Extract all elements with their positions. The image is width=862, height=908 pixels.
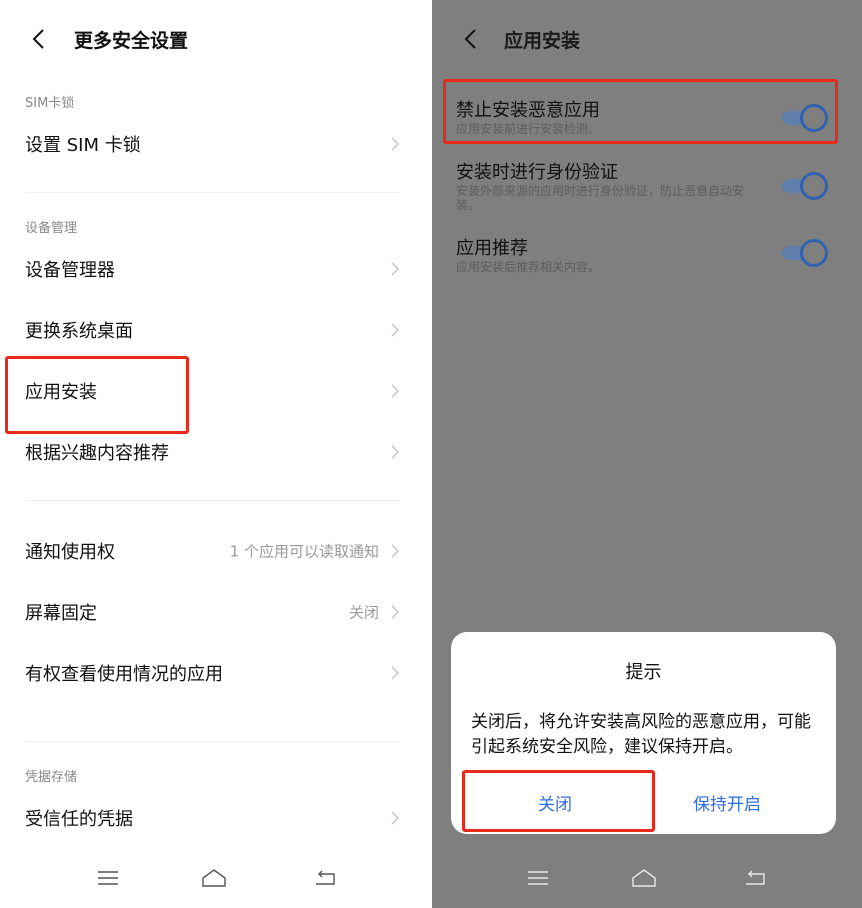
- row-value: 关闭: [348, 603, 379, 622]
- more-security-settings-screen: 更多安全设置 SIM卡锁 设置 SIM 卡锁 设备管理 设备管理器 更换系统桌面…: [0, 0, 425, 908]
- dialog-keep-on-button[interactable]: 保持开启: [693, 790, 761, 815]
- home-icon[interactable]: [200, 864, 228, 892]
- dialog-title: 提示: [625, 662, 662, 683]
- chevron-right-icon: [391, 544, 399, 558]
- section-sim-lock: SIM卡锁: [25, 96, 75, 111]
- highlight-block-malicious-apps: [443, 79, 838, 144]
- dialog-message: 关闭后，将允许安装高风险的恶意应用，可能引起系统安全风险，建议保持开启。: [471, 712, 811, 757]
- row-label: 设置 SIM 卡锁: [25, 135, 141, 156]
- return-icon[interactable]: [741, 864, 769, 892]
- row-device-manager[interactable]: 设备管理器: [0, 239, 425, 299]
- page-title: 更多安全设置: [74, 30, 189, 52]
- row-set-sim-lock[interactable]: 设置 SIM 卡锁: [0, 114, 425, 174]
- setting-title: 安装时进行身份验证: [456, 162, 618, 183]
- row-change-launcher[interactable]: 更换系统桌面: [0, 300, 425, 360]
- setting-title: 应用推荐: [456, 238, 528, 259]
- row-label: 受信任的凭据: [25, 809, 133, 830]
- chevron-right-icon: [391, 445, 399, 459]
- back-arrow-icon[interactable]: [26, 26, 52, 52]
- chevron-right-icon: [391, 262, 399, 276]
- header: 应用安装: [432, 0, 862, 76]
- menu-icon[interactable]: [94, 864, 122, 892]
- system-nav-bar: [0, 848, 425, 908]
- row-usage-access[interactable]: 有权查看使用情况的应用: [0, 643, 425, 703]
- row-value: 1 个应用可以读取通知: [229, 542, 379, 561]
- app-install-screen: 应用安装 禁止安装恶意应用 应用安装前进行安装检测。 安装时进行身份验证 安装外…: [432, 0, 862, 908]
- row-notification-access[interactable]: 通知使用权 1 个应用可以读取通知: [0, 521, 425, 581]
- back-arrow-icon[interactable]: [458, 26, 484, 52]
- setting-install-verification[interactable]: 安装时进行身份验证 安装外部来源的应用时进行身份验证，防止恶意自动安装。: [432, 156, 862, 218]
- chevron-right-icon: [391, 137, 399, 151]
- chevron-right-icon: [391, 323, 399, 337]
- return-icon[interactable]: [311, 864, 339, 892]
- chevron-right-icon: [391, 811, 399, 825]
- chevron-right-icon: [391, 605, 399, 619]
- system-nav-bar: [432, 848, 862, 908]
- home-icon[interactable]: [630, 864, 658, 892]
- section-credential-storage: 凭据存储: [25, 770, 78, 785]
- divider: [25, 741, 400, 742]
- panel-separator: [425, 0, 432, 908]
- row-screen-pinning[interactable]: 屏幕固定 关闭: [0, 582, 425, 642]
- setting-app-recommend[interactable]: 应用推荐 应用安装后推荐相关内容。: [432, 232, 862, 282]
- row-label: 更换系统桌面: [25, 321, 133, 342]
- menu-icon[interactable]: [524, 864, 552, 892]
- row-label: 设备管理器: [25, 260, 115, 281]
- row-label: 根据兴趣内容推荐: [25, 443, 169, 464]
- divider: [25, 500, 400, 501]
- page-title: 应用安装: [504, 30, 581, 52]
- chevron-right-icon: [391, 384, 399, 398]
- setting-description: 安装外部来源的应用时进行身份验证，防止恶意自动安装。: [456, 184, 745, 212]
- row-interest-recommend[interactable]: 根据兴趣内容推荐: [0, 422, 425, 482]
- highlight-close-button: [462, 770, 655, 832]
- row-trusted-credentials[interactable]: 受信任的凭据: [0, 788, 425, 848]
- toggle-switch[interactable]: [780, 239, 828, 267]
- section-device-management: 设备管理: [25, 221, 78, 236]
- row-label: 通知使用权: [25, 542, 115, 563]
- setting-description: 应用安装后推荐相关内容。: [456, 260, 601, 274]
- divider: [25, 192, 400, 193]
- chevron-right-icon: [391, 666, 399, 680]
- row-label: 屏幕固定: [25, 603, 97, 624]
- row-label: 有权查看使用情况的应用: [25, 664, 223, 685]
- header: 更多安全设置: [0, 0, 425, 76]
- toggle-switch[interactable]: [780, 172, 828, 200]
